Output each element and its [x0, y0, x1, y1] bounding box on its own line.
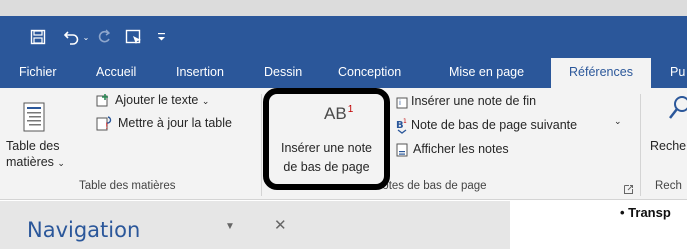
add-text-button[interactable]: Ajouter le texte ⌄	[115, 93, 209, 107]
ribbon-tabs: Fichier Accueil Insertion Dessin Concept…	[0, 58, 687, 89]
undo-dropdown-icon[interactable]: ⌄	[82, 28, 90, 46]
navigation-pane: Navigation ▼ ✕	[0, 201, 510, 249]
undo-icon[interactable]	[62, 28, 80, 46]
update-table-icon: !	[96, 116, 112, 134]
insert-endnote-button[interactable]: Insérer une note de fin	[411, 94, 536, 108]
quick-access-toolbar: ⌄	[0, 16, 687, 58]
navigation-title: Navigation	[27, 218, 141, 242]
chevron-down-icon[interactable]: ⌄	[614, 116, 622, 127]
insert-footnote-label-line2: de bas de page	[283, 160, 370, 174]
toc-button-line2[interactable]: matières ⌄	[6, 155, 65, 169]
tab-conception[interactable]: Conception	[330, 58, 409, 88]
insert-footnote-label-line1: Insérer une note	[280, 141, 373, 155]
group-label-footnotes: Notes de bas de page	[374, 180, 487, 192]
tab-mise-en-page[interactable]: Mise en page	[441, 58, 532, 88]
group-label-research: Rech	[655, 180, 682, 192]
table-of-contents-icon[interactable]	[23, 102, 45, 135]
close-icon[interactable]: ✕	[274, 216, 287, 234]
endnote-icon: i	[396, 95, 408, 112]
tab-fichier[interactable]: Fichier	[11, 58, 65, 88]
next-footnote-button[interactable]: Note de bas de page suivante	[411, 118, 577, 132]
svg-text:i: i	[399, 99, 401, 107]
customize-qat-icon[interactable]	[156, 28, 166, 46]
show-notes-button[interactable]: Afficher les notes	[413, 142, 509, 156]
tab-insertion[interactable]: Insertion	[168, 58, 232, 88]
group-divider	[640, 94, 641, 196]
search-button[interactable]: Reche	[650, 139, 686, 153]
update-table-button[interactable]: Mettre à jour la table	[118, 116, 232, 130]
tab-publipostage[interactable]: Pu	[662, 58, 687, 88]
next-footnote-icon: B1	[396, 118, 408, 137]
touch-mode-icon[interactable]	[124, 28, 144, 46]
group-divider	[261, 94, 262, 196]
search-icon[interactable]	[668, 94, 687, 125]
chevron-down-icon: ⌄	[201, 96, 210, 106]
save-icon[interactable]	[29, 28, 47, 46]
svg-text:!: !	[105, 122, 109, 131]
svg-text:1: 1	[403, 118, 407, 125]
chevron-down-icon: ⌄	[57, 158, 65, 168]
document-page[interactable]: • Transp	[510, 201, 687, 249]
tab-accueil[interactable]: Accueil	[88, 58, 144, 88]
group-label-toc: Table des matières	[79, 180, 176, 192]
add-text-icon	[96, 93, 110, 110]
pane-options-icon[interactable]: ▼	[225, 221, 235, 232]
show-notes-icon	[396, 143, 408, 160]
document-text: • Transp	[620, 205, 671, 220]
dialog-launcher-icon[interactable]	[624, 183, 633, 197]
toc-button-line1[interactable]: Table des	[6, 139, 60, 153]
tab-references[interactable]: Références	[551, 58, 651, 89]
tab-dessin[interactable]: Dessin	[256, 58, 310, 88]
redo-icon	[95, 28, 113, 46]
footnote-ab-icon: AB1	[324, 104, 354, 123]
title-bar-strip	[0, 0, 687, 16]
insert-footnote-button[interactable]: AB1 Insérer une note de bas de page	[263, 88, 390, 190]
